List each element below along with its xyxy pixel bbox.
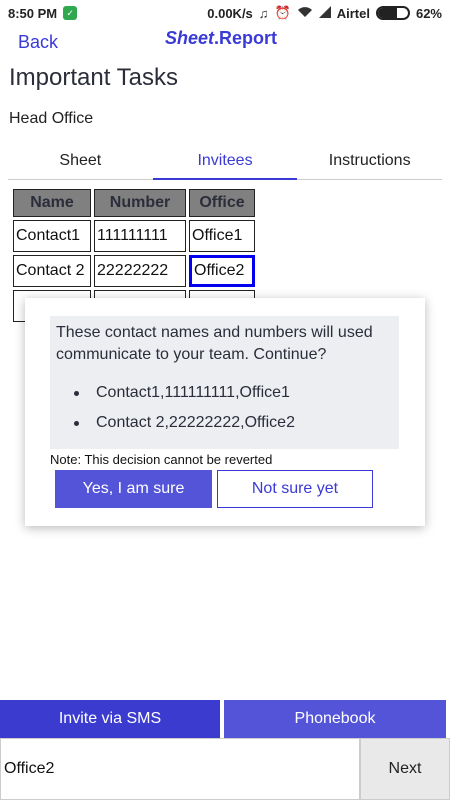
page-subtitle: Head Office bbox=[9, 110, 94, 127]
brand-italic: Sheet bbox=[165, 28, 215, 48]
status-bar: 8:50 PM ✓ 0.00K/s ♫ ⏰ Airtel 62% bbox=[0, 0, 450, 26]
table-cell[interactable]: 22222222 bbox=[94, 255, 186, 287]
tab-instructions[interactable]: Instructions bbox=[297, 142, 442, 179]
table-cell[interactable]: Contact 2 bbox=[13, 255, 91, 287]
bullet-icon bbox=[74, 420, 79, 426]
list-item: Contact 2,22222222,Office2 bbox=[74, 408, 393, 438]
list-item-text: Contact 2,22222222,Office2 bbox=[96, 414, 295, 431]
alarm-off-icon: ⏰ bbox=[274, 5, 291, 20]
status-right: 0.00K/s ♫ ⏰ Airtel 62% bbox=[207, 5, 442, 21]
bullet-icon bbox=[74, 390, 79, 396]
battery-icon bbox=[375, 6, 410, 20]
table-cell-selected[interactable]: Office2 bbox=[189, 255, 255, 287]
column-header-number: Number bbox=[94, 189, 186, 217]
dialog-message: These contact names and numbers will use… bbox=[56, 324, 373, 363]
table-cell[interactable]: Office1 bbox=[189, 220, 255, 252]
table-row: Contact 2 22222222 Office2 bbox=[13, 255, 255, 287]
network-speed: 0.00K/s bbox=[207, 5, 253, 21]
dialog-contact-list: Contact1,111111111,Office1 Contact 2,222… bbox=[74, 378, 393, 438]
cancel-button[interactable]: Not sure yet bbox=[217, 470, 373, 508]
table-header-row: Name Number Office bbox=[13, 189, 255, 217]
status-time: 8:50 PM bbox=[8, 5, 58, 21]
tab-sheet[interactable]: Sheet bbox=[8, 142, 153, 179]
dialog-message-box: These contact names and numbers will use… bbox=[50, 316, 399, 449]
battery-fill bbox=[377, 8, 397, 18]
app-screen: 8:50 PM ✓ 0.00K/s ♫ ⏰ Airtel 62% Back Sh… bbox=[0, 0, 450, 800]
back-link[interactable]: Back bbox=[18, 32, 58, 53]
status-left: 8:50 PM ✓ bbox=[8, 5, 78, 21]
confirm-dialog: These contact names and numbers will use… bbox=[25, 298, 425, 526]
confirm-button[interactable]: Yes, I am sure bbox=[55, 470, 212, 508]
page-title: Important Tasks bbox=[9, 64, 178, 91]
carrier-name: Airtel bbox=[336, 5, 370, 21]
tab-invitees[interactable]: Invitees bbox=[152, 142, 298, 180]
list-item-text: Contact1,111111111,Office1 bbox=[96, 384, 290, 401]
table-cell[interactable]: Contact1 bbox=[13, 220, 91, 252]
table-row: Contact1 111111111 Office1 bbox=[13, 220, 255, 252]
headphones-icon: ♫ bbox=[258, 5, 269, 21]
wifi-icon bbox=[297, 6, 313, 21]
cell-value-input[interactable]: Office2 bbox=[0, 738, 360, 800]
column-header-name: Name bbox=[13, 189, 91, 217]
shield-icon: ✓ bbox=[63, 6, 78, 20]
table-cell[interactable]: 111111111 bbox=[94, 220, 186, 252]
invite-sms-button[interactable]: Invite via SMS bbox=[0, 700, 220, 738]
brand-rest: .Report bbox=[214, 28, 278, 48]
phonebook-button[interactable]: Phonebook bbox=[224, 700, 446, 738]
brand-logo: Sheet.Report bbox=[165, 28, 277, 49]
battery-percent: 62% bbox=[415, 5, 442, 21]
next-button[interactable]: Next bbox=[360, 738, 450, 800]
dialog-note: Note: This decision cannot be reverted bbox=[50, 452, 273, 467]
column-header-office: Office bbox=[189, 189, 255, 217]
tab-bar: Sheet Invitees Instructions bbox=[8, 142, 442, 180]
list-item: Contact1,111111111,Office1 bbox=[74, 378, 393, 408]
signal-icon bbox=[318, 5, 331, 21]
